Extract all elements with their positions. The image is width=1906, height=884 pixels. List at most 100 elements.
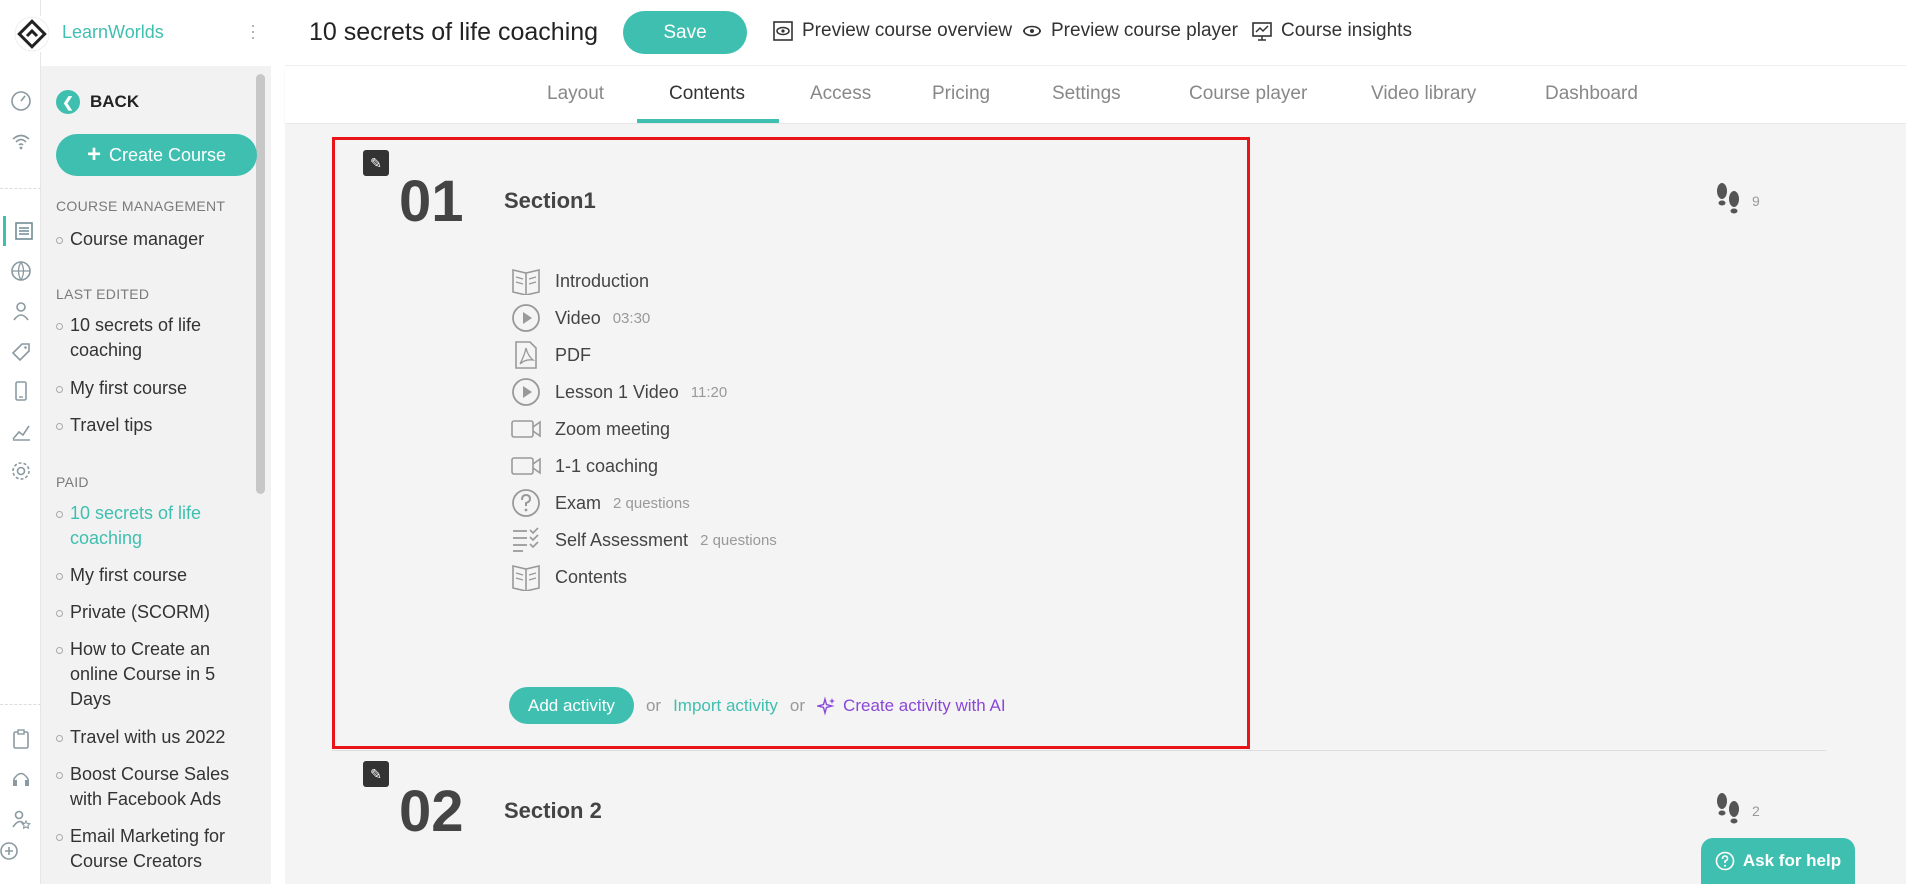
tab-contents[interactable]: Contents: [669, 83, 745, 105]
activity-label: Video: [555, 307, 601, 328]
clipboard-icon[interactable]: [6, 724, 36, 754]
course-insights-link[interactable]: Course insights: [1251, 20, 1412, 42]
more-menu-icon[interactable]: · · ·: [250, 16, 256, 46]
sidebar: ❮ BACK + Create Course COURSE MANAGEMENT…: [41, 66, 271, 884]
activity-contents[interactable]: Contents: [509, 559, 627, 595]
plus-circle-icon[interactable]: [0, 836, 24, 866]
activity-label: Lesson 1 Video: [555, 381, 679, 402]
activity-pdf[interactable]: PDF: [509, 337, 591, 373]
ask-for-help-label: Ask for help: [1742, 851, 1842, 870]
tab-access[interactable]: Access: [810, 83, 871, 105]
preview-course-player-link[interactable]: Preview course player: [1021, 20, 1238, 42]
sidebar-item-last-edited-3[interactable]: Travel tips: [56, 413, 256, 438]
play-icon: [509, 301, 543, 335]
activity-introduction[interactable]: Introduction: [509, 263, 649, 299]
activity-video[interactable]: Video 03:30: [509, 300, 650, 336]
activity-label: Exam: [555, 492, 602, 513]
or-text: or: [789, 695, 806, 715]
footsteps-icon: [1717, 183, 1739, 214]
group-title-last-edited: LAST EDITED: [56, 286, 150, 302]
tab-pricing[interactable]: Pricing: [932, 83, 990, 105]
wifi-icon[interactable]: [6, 126, 36, 156]
eye-icon: [1023, 25, 1041, 37]
tab-video-library[interactable]: Video library: [1371, 83, 1476, 105]
sidebar-item-paid-3[interactable]: Private (SCORM): [56, 600, 256, 625]
tag-icon[interactable]: [6, 336, 36, 366]
create-course-button[interactable]: + Create Course: [56, 134, 257, 176]
sidebar-item-paid-2[interactable]: My first course: [56, 563, 256, 588]
create-activity-ai-link[interactable]: Create activity with AI: [817, 696, 1006, 716]
sidebar-item-paid-7[interactable]: Email Marketing for Course Creators: [56, 824, 256, 874]
or-text: or: [645, 695, 662, 715]
camera-icon: [509, 412, 543, 446]
preview-course-player-label: Preview course player: [1051, 20, 1238, 41]
activity-label: Contents: [555, 566, 628, 587]
add-activity-row: Add activity or Import activity or Creat…: [509, 687, 1006, 724]
chevron-left-icon: ❮: [56, 90, 80, 114]
tab-dashboard[interactable]: Dashboard: [1545, 83, 1638, 105]
ask-for-help-button[interactable]: Ask for help: [1701, 838, 1855, 884]
play-icon: [509, 375, 543, 409]
pdf-icon: [509, 338, 543, 372]
section-highlight-box: [332, 137, 1250, 749]
activity-self-assessment[interactable]: Self Assessment 2 questions: [509, 522, 777, 558]
headset-icon[interactable]: [6, 764, 36, 794]
group-title-course-management: COURSE MANAGEMENT: [56, 198, 226, 214]
activity-1-1-coaching[interactable]: 1-1 coaching: [509, 448, 658, 484]
section-divider: [332, 750, 1826, 751]
course-tabs: Layout Contents Access Pricing Settings …: [285, 66, 1906, 124]
tab-course-player[interactable]: Course player: [1189, 83, 1307, 105]
sparkle-icon: [817, 695, 836, 716]
back-button[interactable]: ❮ BACK: [56, 90, 139, 114]
activity-exam[interactable]: Exam 2 questions: [509, 485, 690, 521]
sidebar-item-last-edited-1[interactable]: 10 secrets of life coaching: [56, 313, 256, 363]
section-1-steps-count: 9: [1752, 193, 1760, 209]
activity-zoom-meeting[interactable]: Zoom meeting: [509, 411, 670, 447]
preview-course-overview-link[interactable]: Preview course overview: [772, 20, 1012, 42]
section-2-steps-count: 2: [1752, 803, 1760, 819]
add-activity-button[interactable]: Add activity: [509, 687, 634, 724]
active-tab-indicator: [637, 119, 779, 123]
create-course-label: Create Course: [108, 144, 227, 165]
sidebar-item-paid-1[interactable]: 10 secrets of life coaching: [56, 501, 256, 551]
settings-icon[interactable]: [6, 456, 36, 486]
course-title: 10 secrets of life coaching: [309, 18, 599, 46]
preview-course-overview-label: Preview course overview: [802, 20, 1013, 41]
activity-lesson-1-video[interactable]: Lesson 1 Video 11:20: [509, 374, 727, 410]
activity-label: Zoom meeting: [555, 418, 671, 439]
globe-icon[interactable]: [6, 256, 36, 286]
mobile-icon[interactable]: [6, 376, 36, 406]
course-header: 10 secrets of life coaching Save Preview…: [285, 0, 1906, 66]
chart-icon[interactable]: [6, 416, 36, 446]
people-star-icon[interactable]: [6, 804, 36, 834]
pages-icon[interactable]: [3, 216, 41, 246]
sidebar-item-course-manager[interactable]: Course manager: [56, 227, 256, 252]
book-icon: [509, 560, 543, 594]
book-icon: [509, 264, 543, 298]
section-2-steps: 2: [1714, 791, 1760, 829]
speedometer-icon[interactable]: [6, 86, 36, 116]
activity-label: 1-1 coaching: [555, 455, 659, 476]
monitor-chart-icon: [1252, 22, 1272, 41]
sidebar-item-paid-5[interactable]: Travel with us 2022: [56, 725, 256, 750]
sidebar-scrollbar[interactable]: [256, 74, 265, 494]
create-activity-ai-label: Create activity with AI: [843, 695, 1006, 715]
users-icon[interactable]: [6, 296, 36, 326]
sidebar-item-paid-4[interactable]: How to Create an online Course in 5 Days: [56, 637, 256, 712]
section-2-title[interactable]: Section 2: [504, 798, 602, 824]
sidebar-item-paid-6[interactable]: Boost Course Sales with Facebook Ads: [56, 762, 256, 812]
sidebar-item-last-edited-2[interactable]: My first course: [56, 376, 256, 401]
brand-name[interactable]: LearnWorlds: [62, 22, 164, 43]
tab-settings[interactable]: Settings: [1052, 83, 1121, 105]
edit-section-1-button[interactable]: ✎: [363, 150, 389, 176]
edit-section-2-button[interactable]: ✎: [363, 761, 389, 787]
import-activity-link[interactable]: Import activity: [673, 696, 778, 716]
tab-layout[interactable]: Layout: [547, 83, 604, 105]
section-1-steps: 9: [1714, 181, 1760, 219]
save-button[interactable]: Save: [623, 11, 747, 54]
activity-questions: 2 questions: [613, 494, 690, 512]
activity-label: PDF: [555, 344, 591, 365]
learnworlds-logo[interactable]: [12, 14, 52, 54]
section-1-title[interactable]: Section1: [504, 188, 596, 214]
question-icon: [509, 486, 543, 520]
